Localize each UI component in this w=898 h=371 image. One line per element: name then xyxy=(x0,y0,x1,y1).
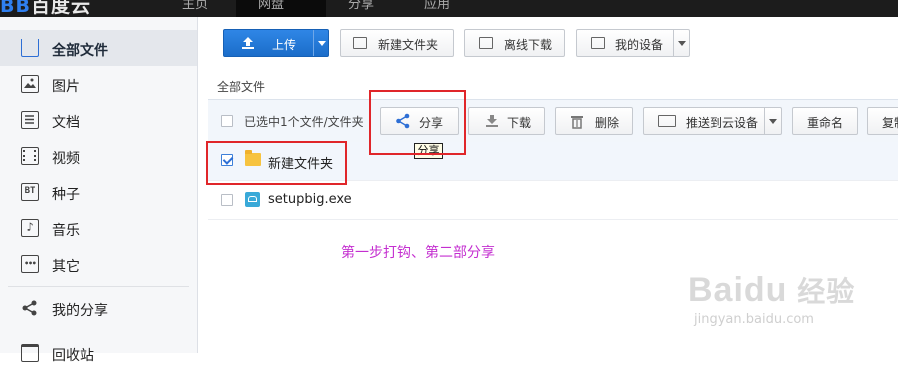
select-all-checkbox[interactable] xyxy=(221,115,233,127)
sidebar-item-my-shares[interactable]: 我的分享 xyxy=(0,290,197,326)
copy-button[interactable]: 复制 xyxy=(867,107,898,135)
push-device-icon xyxy=(658,115,676,127)
devices-dropdown-caret[interactable] xyxy=(678,41,686,46)
sidebar-item-other[interactable]: ••• 其它 xyxy=(0,246,197,282)
selection-count: 已选中1个文件/文件夹 xyxy=(244,115,364,129)
rename-button[interactable]: 重命名 xyxy=(792,107,858,135)
image-icon xyxy=(21,75,39,93)
folder-tray-icon xyxy=(21,39,39,57)
exe-file-icon xyxy=(245,192,260,207)
top-bar: BB百度云 主页 网盘 分享 应用 xyxy=(0,0,898,17)
video-icon xyxy=(21,147,39,165)
bt-icon: BT xyxy=(21,183,39,201)
trash-icon xyxy=(21,344,39,362)
highlight-share-box xyxy=(369,90,466,155)
new-folder-icon xyxy=(353,37,367,49)
sidebar-item-torrents[interactable]: BT 种子 xyxy=(0,174,197,210)
instruction-annotation: 第一步打钩、第二部分享 xyxy=(341,245,495,261)
app-logo[interactable]: BB百度云 xyxy=(0,0,91,17)
new-folder-button[interactable]: 新建文件夹 xyxy=(340,29,454,57)
sidebar-item-music[interactable]: ♪ 音乐 xyxy=(0,210,197,246)
top-nav: 主页 网盘 分享 应用 xyxy=(160,0,478,17)
baidu-jingyan-watermark: Baidu 经验 jingyan.baidu.com xyxy=(688,271,856,327)
upload-icon xyxy=(242,37,254,49)
nav-apps[interactable]: 应用 xyxy=(402,0,478,17)
download-icon xyxy=(486,115,498,127)
more-icon: ••• xyxy=(21,255,39,273)
upload-button[interactable]: 上传 xyxy=(223,29,329,57)
nav-share[interactable]: 分享 xyxy=(326,0,402,17)
delete-button[interactable]: 删除 xyxy=(555,107,633,135)
music-icon: ♪ xyxy=(21,219,39,237)
document-icon xyxy=(21,111,39,129)
device-icon xyxy=(591,37,605,49)
offline-download-icon xyxy=(479,37,493,49)
sidebar: 全部文件 图片 文档 视频 BT 种子 ♪ 音乐 ••• 其它 我的分享 回收站 xyxy=(0,17,198,364)
trash-icon xyxy=(571,116,583,129)
push-to-device-button[interactable]: 推送到云设备 xyxy=(643,107,782,135)
sidebar-item-recycle-bin[interactable]: 回收站 xyxy=(0,335,197,371)
highlight-checkbox-box xyxy=(206,141,347,185)
upload-dropdown-caret[interactable] xyxy=(318,41,326,46)
sidebar-item-videos[interactable]: 视频 xyxy=(0,138,197,174)
row-checkbox[interactable] xyxy=(221,194,233,206)
my-devices-button[interactable]: 我的设备 xyxy=(576,29,690,57)
offline-download-button[interactable]: 离线下载 xyxy=(464,29,565,57)
download-button[interactable]: 下载 xyxy=(468,107,545,135)
push-dropdown-caret[interactable] xyxy=(769,119,777,124)
sidebar-item-documents[interactable]: 文档 xyxy=(0,102,197,138)
nav-home[interactable]: 主页 xyxy=(160,0,236,17)
nav-netdisk[interactable]: 网盘 xyxy=(236,0,326,17)
sidebar-item-all-files[interactable]: 全部文件 xyxy=(0,30,197,66)
sidebar-divider xyxy=(8,286,189,287)
breadcrumb[interactable]: 全部文件 xyxy=(217,78,265,95)
sidebar-item-images[interactable]: 图片 xyxy=(0,66,197,102)
file-name[interactable]: setupbig.exe xyxy=(268,192,352,207)
share-icon xyxy=(21,299,39,317)
